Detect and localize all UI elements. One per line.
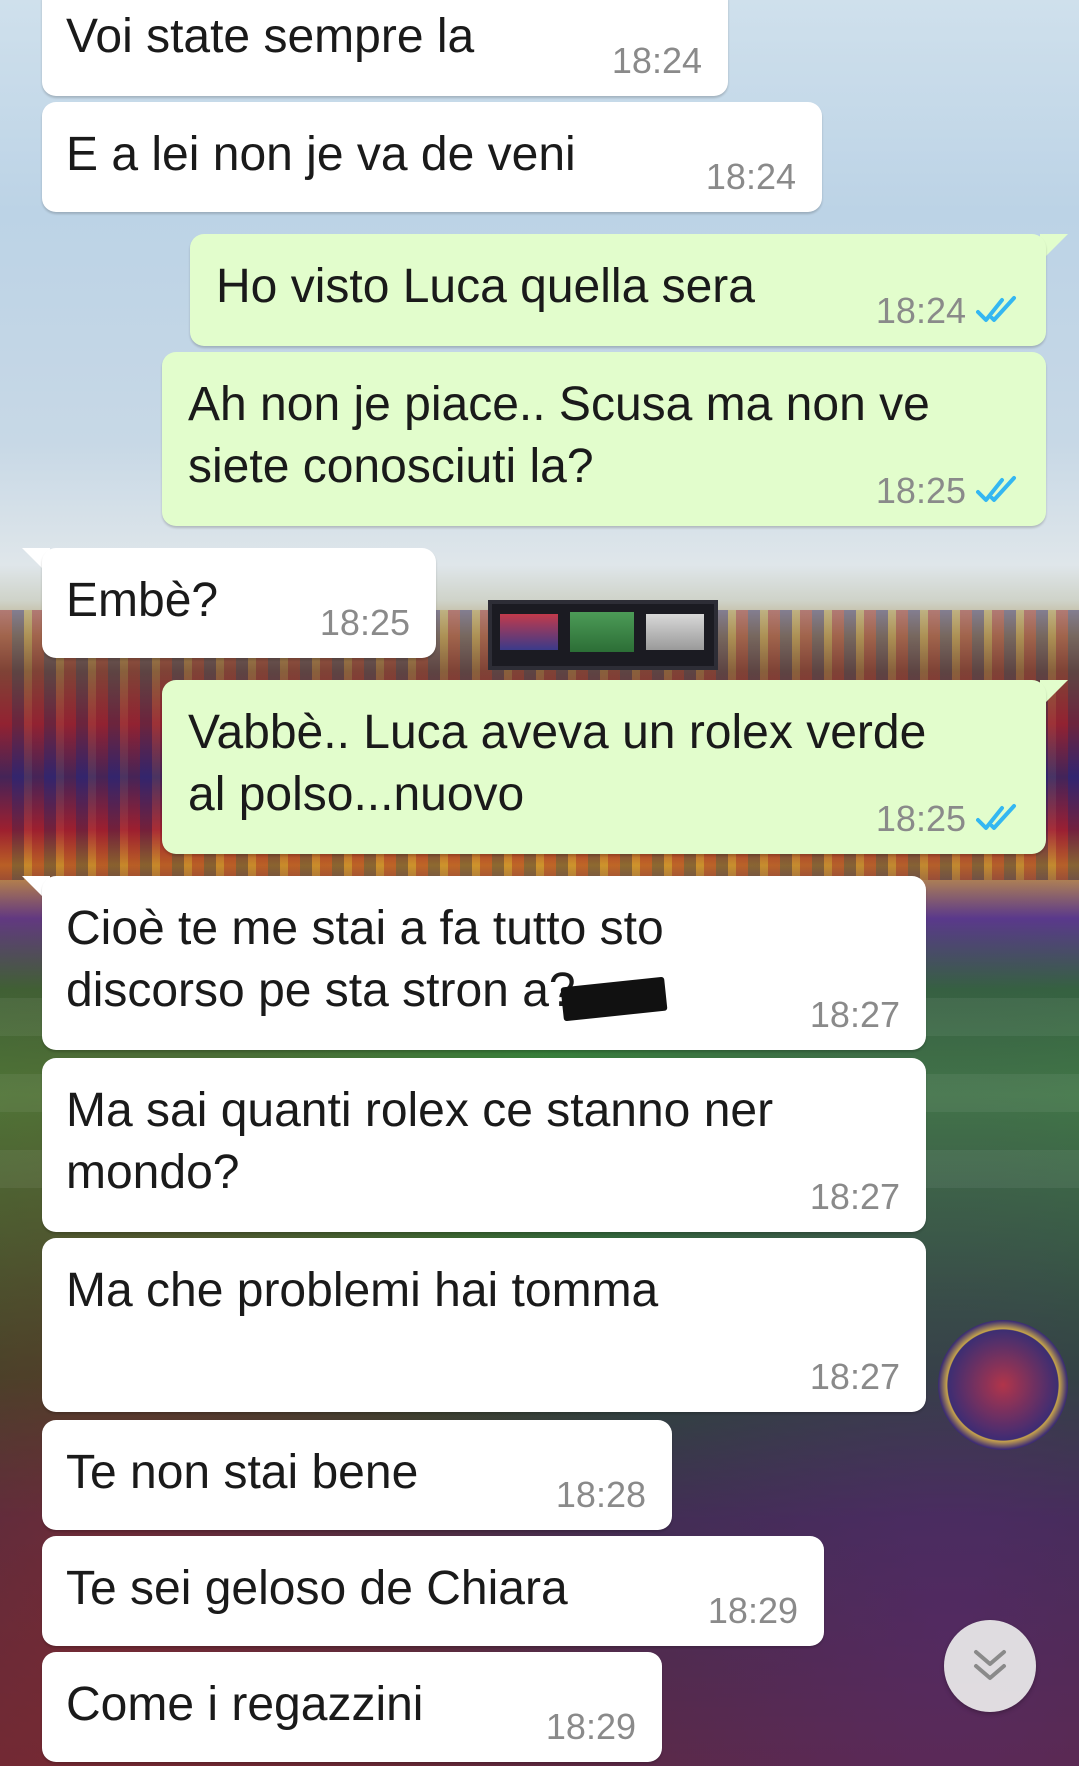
message-bubble-incoming[interactable]: Voi state sempre la 18:24 [42, 0, 728, 96]
message-bubble-incoming[interactable]: Te non stai bene 18:28 [42, 1420, 672, 1530]
message-text: Ma sai quanti rolex ce stanno ner mondo? [66, 1084, 774, 1199]
message-text: Ho visto Luca quella sera [216, 260, 755, 313]
scoreboard-screen [570, 612, 634, 652]
double-check-icon [976, 804, 1016, 830]
double-check-icon [976, 296, 1016, 322]
double-check-icon [976, 476, 1016, 502]
message-time: 18:24 [705, 156, 796, 197]
message-bubble-outgoing[interactable]: Ho visto Luca quella sera 18:24 [190, 234, 1046, 346]
message-time: 18:27 [809, 1356, 900, 1397]
scroll-to-bottom-button[interactable] [944, 1620, 1036, 1712]
message-time: 18:25 [319, 602, 410, 643]
message-text: Voi state sempre la [66, 10, 475, 63]
message-time: 18:24 [611, 40, 702, 81]
message-bubble-incoming[interactable]: Come i regazzini 18:29 [42, 1652, 662, 1762]
message-text: Ma che problemi hai tomma [66, 1264, 659, 1317]
message-bubble-incoming[interactable]: Te sei geloso de Chiara 18:29 [42, 1536, 824, 1646]
message-bubble-incoming[interactable]: Ma che problemi hai tomma 18:27 [42, 1238, 926, 1412]
message-time: 18:28 [555, 1474, 646, 1515]
message-text: Te non stai bene [66, 1446, 419, 1499]
message-time: 18:29 [707, 1590, 798, 1631]
message-bubble-incoming[interactable]: E a lei non je va de veni 18:24 [42, 102, 822, 212]
message-time: 18:25 [875, 798, 966, 839]
message-time: 18:27 [809, 1176, 900, 1217]
message-bubble-incoming[interactable]: Cioè te me stai a fa tutto sto discorso … [42, 876, 926, 1050]
message-bubble-incoming[interactable]: Ma sai quanti rolex ce stanno ner mondo?… [42, 1058, 926, 1232]
message-bubble-incoming[interactable]: Embè? 18:25 [42, 548, 436, 658]
message-text: Vabbè.. Luca aveva un rolex verde al pol… [188, 706, 927, 821]
message-time: 18:24 [875, 290, 966, 331]
wallpaper-scoreboard [488, 600, 718, 670]
message-text: E a lei non je va de veni [66, 128, 576, 181]
scoreboard-panel [646, 614, 704, 650]
message-time: 18:27 [809, 994, 900, 1035]
message-text: Come i regazzini [66, 1678, 424, 1731]
message-text: Te sei geloso de Chiara [66, 1562, 568, 1615]
wallpaper-crest [938, 1320, 1068, 1450]
message-bubble-outgoing[interactable]: Vabbè.. Luca aveva un rolex verde al pol… [162, 680, 1046, 854]
message-time: 18:29 [545, 1706, 636, 1747]
message-text: Ah non je piace.. Scusa ma non ve siete … [188, 378, 930, 493]
message-text: Embè? [66, 574, 219, 627]
scoreboard-panel [500, 614, 558, 650]
message-time: 18:25 [875, 470, 966, 511]
message-bubble-outgoing[interactable]: Ah non je piace.. Scusa ma non ve siete … [162, 352, 1046, 526]
double-chevron-down-icon [974, 1650, 1006, 1680]
